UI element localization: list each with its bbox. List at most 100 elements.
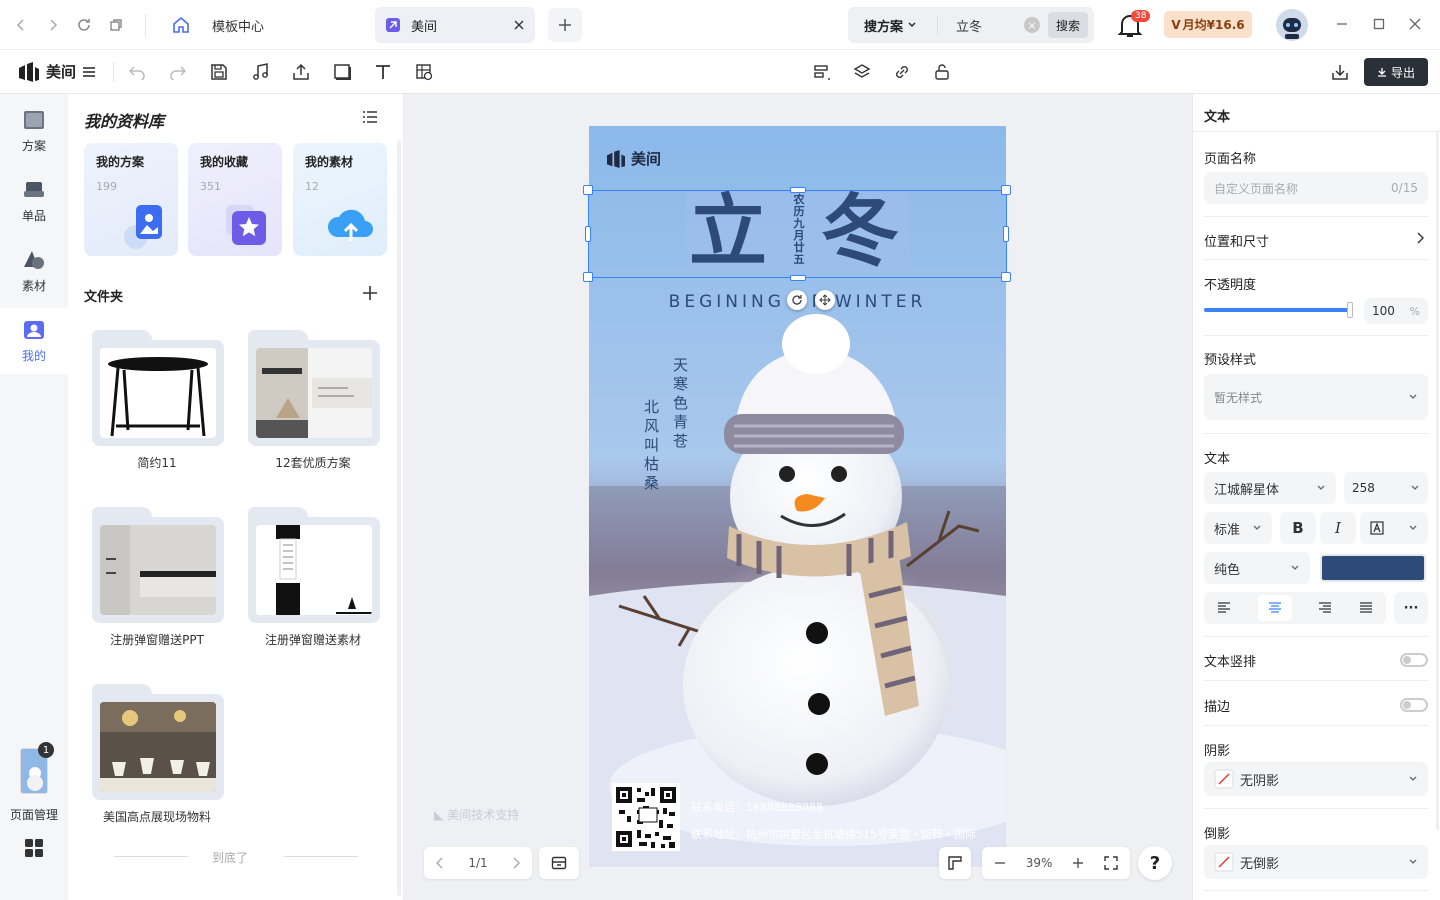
folder-item[interactable] [248, 507, 380, 625]
tab-document[interactable]: 美间 [375, 7, 535, 43]
align-icon[interactable] [808, 58, 836, 86]
my-favorites-card[interactable]: 我的收藏 351 [188, 143, 282, 256]
zoom-out-icon[interactable] [994, 857, 1006, 869]
my-materials-card[interactable]: 我的素材 12 [293, 143, 387, 256]
font-weight-select[interactable]: 标准 [1204, 512, 1272, 544]
back-icon[interactable] [8, 12, 34, 38]
music-icon[interactable] [246, 58, 274, 86]
notification-button[interactable]: 38 [1117, 10, 1151, 40]
chevron-right-icon[interactable] [1416, 232, 1424, 244]
add-folder-icon[interactable] [362, 285, 378, 301]
panel-scrollbar[interactable] [1436, 130, 1439, 830]
poster-address[interactable]: 联系地址：杭州市拱墅区余杭塘路515号莱茵・矩阵・国际 [691, 826, 976, 842]
list-view-icon[interactable] [362, 110, 378, 124]
help-icon[interactable]: ? [1138, 846, 1172, 880]
bold-button[interactable]: B [1280, 512, 1316, 544]
position-size-label[interactable]: 位置和尺寸 [1204, 231, 1269, 250]
link-icon[interactable] [888, 58, 916, 86]
undo-icon[interactable] [123, 58, 151, 86]
shape-icon[interactable] [328, 58, 356, 86]
redo-icon[interactable] [164, 58, 192, 86]
resize-handle[interactable] [583, 272, 593, 282]
resize-handle[interactable] [1001, 272, 1011, 282]
poster-poem-line-2[interactable]: 北风叫枯桑 [644, 398, 660, 493]
opacity-slider-track[interactable] [1204, 308, 1352, 312]
resize-handle[interactable] [583, 185, 593, 195]
rail-item-products[interactable]: 单品 [0, 168, 68, 234]
page-indicator: 1/1 [468, 856, 488, 870]
align-left-icon[interactable] [1217, 602, 1231, 614]
minimize-icon[interactable] [1332, 14, 1352, 34]
my-plans-card[interactable]: 我的方案 199 [84, 143, 178, 256]
maximize-icon[interactable] [1369, 14, 1389, 34]
text-effect-select[interactable] [1360, 512, 1428, 544]
preset-select[interactable]: 暂无样式 [1204, 374, 1428, 420]
stroke-toggle[interactable] [1400, 698, 1428, 712]
page-manage-label[interactable]: 页面管理 [0, 806, 68, 823]
resize-handle[interactable] [790, 187, 806, 193]
move-icon[interactable] [815, 290, 835, 310]
vertical-text-toggle[interactable] [1400, 653, 1428, 667]
italic-button[interactable]: I [1320, 512, 1356, 544]
page-panel-button[interactable] [539, 847, 579, 879]
font-size-select[interactable]: 258 [1344, 472, 1428, 504]
resize-handle[interactable] [1003, 226, 1009, 242]
search-button[interactable]: 搜索 [1047, 12, 1088, 38]
layers-icon[interactable] [848, 58, 876, 86]
zoom-in-icon[interactable] [1072, 857, 1084, 869]
resize-handle[interactable] [585, 226, 591, 242]
export-button[interactable]: 导出 [1364, 58, 1428, 86]
zoom-level[interactable]: 39% [1026, 856, 1053, 870]
folder-item[interactable] [92, 684, 224, 802]
shadow-select[interactable]: 无阴影 [1204, 762, 1428, 796]
fit-screen-icon[interactable] [1104, 856, 1118, 870]
save-icon[interactable] [205, 58, 233, 86]
opacity-input[interactable]: 100 % [1364, 298, 1428, 324]
window-copy-icon[interactable] [103, 12, 129, 38]
more-options-icon[interactable]: ··· [1394, 592, 1428, 624]
align-right-icon[interactable] [1318, 602, 1332, 614]
align-center-icon[interactable] [1257, 595, 1292, 621]
upload-icon[interactable] [287, 58, 315, 86]
library-scrollbar[interactable] [397, 140, 401, 896]
forward-icon[interactable] [40, 12, 66, 38]
folder-item[interactable] [248, 330, 380, 448]
close-window-icon[interactable] [1405, 14, 1425, 34]
text-tool-icon[interactable] [369, 58, 397, 86]
brand-menu[interactable]: 美间 [18, 61, 96, 82]
new-tab-button[interactable] [548, 8, 582, 42]
folder-item[interactable] [92, 507, 224, 625]
page-name-input[interactable]: 自定义页面名称 0/15 [1204, 172, 1428, 204]
rail-item-plans[interactable]: 方案 [0, 98, 68, 164]
reflection-select[interactable]: 无倒影 [1204, 845, 1428, 879]
resize-handle[interactable] [1001, 185, 1011, 195]
fill-type-select[interactable]: 纯色 [1204, 552, 1310, 584]
poster-poem-line-1[interactable]: 天寒色青苍 [673, 356, 689, 451]
rail-item-materials[interactable]: 素材 [0, 238, 68, 304]
next-page-icon[interactable] [512, 857, 520, 869]
tab-template-center[interactable]: 模板中心 [162, 7, 362, 43]
refresh-icon[interactable] [71, 12, 97, 38]
folder-item[interactable] [92, 330, 224, 448]
download-icon[interactable] [1326, 58, 1354, 86]
align-justify-icon[interactable] [1359, 602, 1373, 614]
ruler-button[interactable] [939, 847, 971, 879]
search-scope-select[interactable]: 搜方案 [848, 15, 938, 35]
table-icon[interactable] [410, 58, 438, 86]
clear-icon[interactable]: × [1023, 17, 1040, 33]
opacity-slider-handle[interactable] [1347, 302, 1353, 318]
rail-item-mine[interactable]: 我的 [0, 308, 68, 374]
avatar[interactable] [1276, 9, 1308, 41]
text-color-swatch[interactable] [1320, 554, 1426, 582]
lock-icon[interactable] [928, 58, 956, 86]
vip-button[interactable]: V 月均¥16.6 [1164, 11, 1252, 38]
resize-handle[interactable] [790, 275, 806, 281]
font-family-select[interactable]: 江城解星体 [1204, 472, 1336, 504]
poster-phone[interactable]: 联系电话：16888888888 [691, 799, 823, 815]
card-count: 351 [200, 180, 221, 193]
prev-page-icon[interactable] [436, 857, 444, 869]
rotate-icon[interactable] [787, 290, 807, 310]
grid-icon[interactable] [24, 838, 44, 858]
search-input[interactable]: 立冬 [938, 16, 1024, 35]
close-icon[interactable] [513, 19, 525, 31]
